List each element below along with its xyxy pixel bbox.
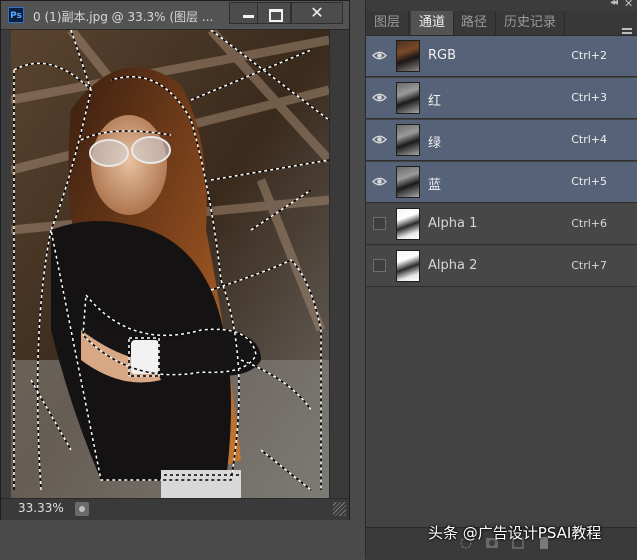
channel-name: 绿: [428, 136, 442, 151]
channel-row[interactable]: RGB Ctrl+2: [366, 36, 637, 77]
channel-row[interactable]: 红 Ctrl+3: [366, 78, 637, 119]
eye-visibility-icon[interactable]: [372, 132, 387, 147]
channel-shortcut: Ctrl+5: [571, 175, 607, 188]
tab-paths[interactable]: 路径: [453, 11, 497, 35]
tab-history[interactable]: 历史记录: [496, 11, 566, 35]
eye-visibility-icon[interactable]: [372, 174, 387, 189]
zoom-level[interactable]: 33.33%: [18, 501, 64, 515]
resize-grip-icon[interactable]: [333, 502, 346, 516]
workspace-gap: [350, 0, 365, 559]
tab-layers[interactable]: 图层: [366, 11, 410, 35]
minimize-icon: [243, 15, 254, 18]
document-title: 0 (1)副本.jpg @ 33.3% (图层 ...: [33, 10, 214, 24]
watermark: 头条 @广告设计PSAI教程: [428, 524, 602, 542]
channel-thumbnail: [396, 82, 420, 114]
photoshop-logo-icon: Ps: [8, 7, 24, 23]
channel-row[interactable]: Alpha 2 Ctrl+7: [366, 246, 637, 287]
close-panel-icon[interactable]: ✕: [624, 0, 633, 10]
close-icon: ✕: [310, 3, 324, 22]
channel-name: 蓝: [428, 178, 442, 193]
channel-thumbnail: [396, 208, 420, 240]
channel-shortcut: Ctrl+2: [571, 49, 607, 62]
channel-shortcut: Ctrl+6: [571, 217, 607, 230]
panel-header-strip: ◂◂ ✕: [366, 0, 637, 11]
channel-row[interactable]: 绿 Ctrl+4: [366, 120, 637, 161]
channel-shortcut: Ctrl+7: [571, 259, 607, 272]
document-title-bar[interactable]: Ps 0 (1)副本.jpg @ 33.3% (图层 ... ✕: [1, 1, 349, 30]
channel-thumbnail: [396, 166, 420, 198]
channel-thumbnail: [396, 250, 420, 282]
channel-name: RGB: [428, 48, 457, 63]
tab-channels[interactable]: 通道: [411, 11, 455, 35]
visibility-toggle-empty[interactable]: [373, 259, 386, 272]
visibility-toggle-empty[interactable]: [373, 217, 386, 230]
status-bar: 33.33%: [1, 498, 349, 520]
channel-row[interactable]: 蓝 Ctrl+5: [366, 162, 637, 203]
channel-thumbnail: [396, 40, 420, 72]
channel-shortcut: Ctrl+4: [571, 133, 607, 146]
maximize-icon: [269, 9, 283, 22]
channel-name: Alpha 2: [428, 258, 478, 273]
photo-with-selection: [11, 30, 329, 498]
channel-shortcut: Ctrl+3: [571, 91, 607, 104]
close-button[interactable]: ✕: [291, 2, 343, 24]
eye-visibility-icon[interactable]: [372, 48, 387, 63]
panel-tabs: 图层 通道 路径 历史记录: [366, 11, 637, 38]
channel-name: Alpha 1: [428, 216, 478, 231]
document-window[interactable]: Ps 0 (1)副本.jpg @ 33.3% (图层 ... ✕ 33.33%: [0, 0, 350, 520]
channel-name: 红: [428, 94, 442, 109]
eye-visibility-icon[interactable]: [372, 90, 387, 105]
channel-row[interactable]: Alpha 1 Ctrl+6: [366, 204, 637, 245]
channels-panel: ◂◂ ✕ 图层 通道 路径 历史记录 RGB Ctrl+2 红 Ctrl+3 绿 Ctrl…: [365, 0, 637, 560]
channel-thumbnail: [396, 124, 420, 156]
collapse-panel-icon[interactable]: ◂◂: [610, 0, 618, 8]
maximize-button[interactable]: [257, 2, 291, 24]
image-canvas[interactable]: [11, 30, 329, 498]
vertical-scrollbar[interactable]: [329, 30, 349, 498]
document-info-icon[interactable]: [75, 502, 89, 516]
